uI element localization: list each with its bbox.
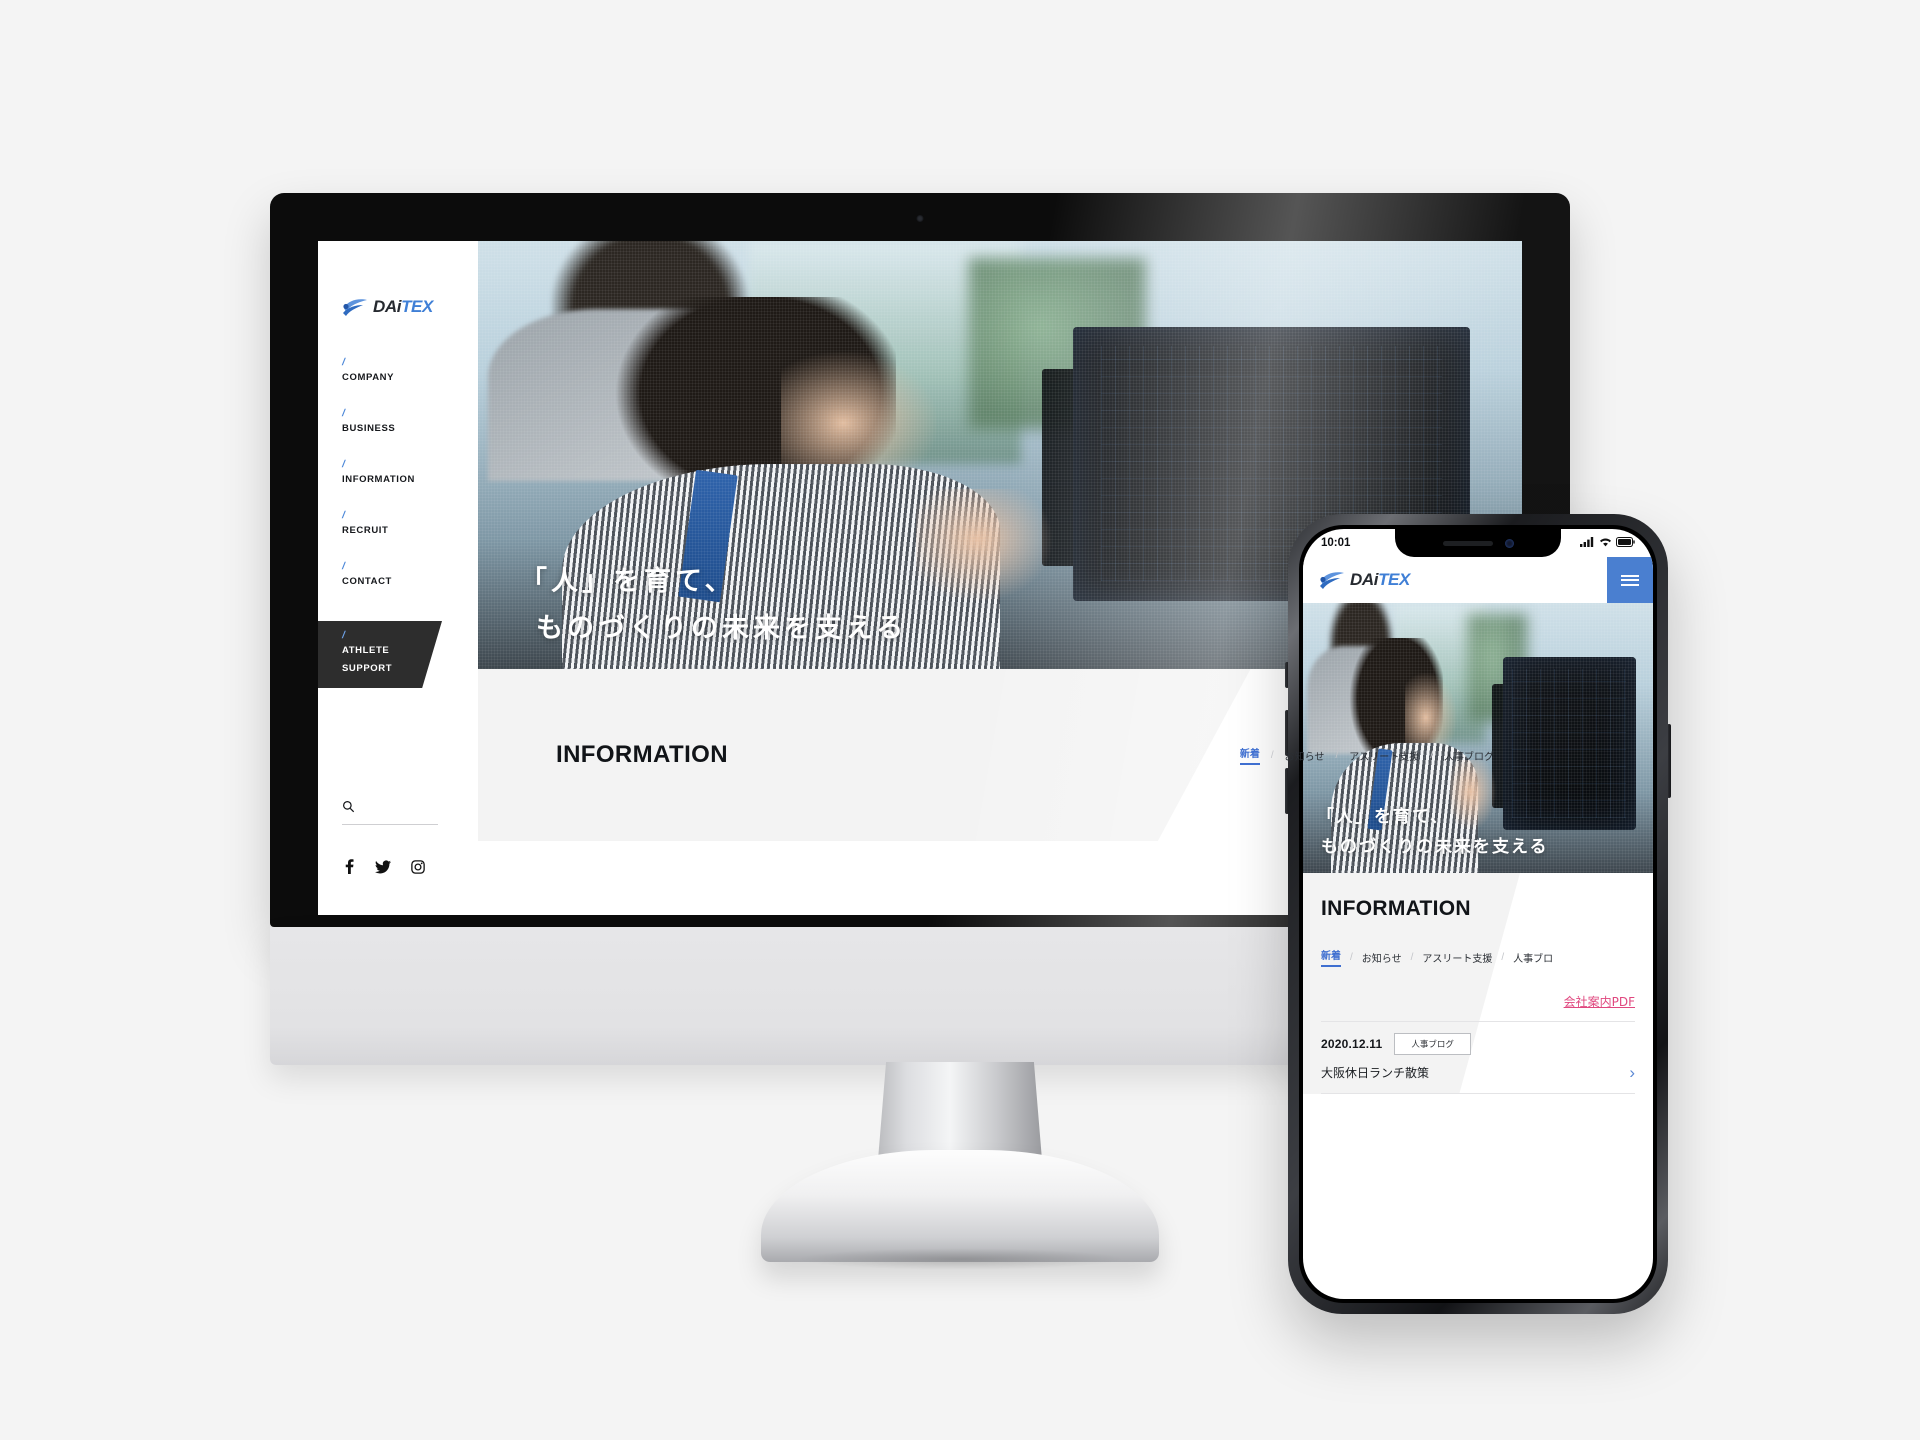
mobile-logo-wordmark: DAiTEX [1350,570,1410,590]
news-date: 2020.12.11 [1321,1037,1383,1051]
nav-slash-marker: / [340,561,347,572]
logo-word-dai: DAi [373,297,402,316]
site-logo[interactable]: DAiTEX [342,297,478,317]
sidebar-item-contact[interactable]: / CONTACT [318,561,478,589]
sidebar-item-label-line1: ATHLETE [342,645,390,656]
sidebar: DAiTEX / COMPANY / BUSINESS / INFORMATIO… [318,241,478,915]
nav-slash-marker: / [340,357,347,368]
nav-slash-marker: / [340,408,347,419]
sidebar-item-label: INFORMATION [342,474,415,485]
tab-notice[interactable]: お知らせ [1362,950,1402,965]
sidebar-item-label: CONTACT [342,576,392,587]
swoosh-wave-icon [1319,570,1345,590]
tab-new[interactable]: 新着 [1321,947,1341,967]
nav-slash-marker: / [340,630,347,641]
logo-word-dai: DAi [1350,570,1379,589]
mobile-information-section: INFORMATION 新着 / お知らせ / アスリート支援 / 人事ブロ 会… [1303,873,1653,1094]
mobile-hero-headline: 「人」を育て、 ものづくりの未来を支える [1317,802,1549,857]
tab-notice[interactable]: お知らせ [1285,748,1325,763]
phone-screen: 10:01 DAiTEX 「人」を育て、 ものづくりの未来を支える INFORM… [1303,529,1653,1299]
list-item[interactable]: 2020.12.11 人事ブログ 大阪休日ランチ散策 › [1321,1021,1635,1094]
wifi-icon [1599,537,1612,550]
mobile-hero-headline-line2: ものづくりの未来を支える [1321,837,1549,857]
nav-slash-marker: / [340,510,347,521]
social-links [344,859,478,874]
status-time: 10:01 [1321,537,1351,549]
sidebar-item-company[interactable]: / COMPANY [318,357,478,385]
search-input[interactable] [342,800,438,825]
phone-frame: 10:01 DAiTEX 「人」を育て、 ものづくりの未来を支える INFORM… [1288,514,1668,1314]
phone-status-bar: 10:01 [1303,529,1653,557]
instagram-icon[interactable] [411,859,425,874]
company-profile-pdf-link[interactable]: 会社案内PDF [1564,995,1635,1009]
tab-athlete-support[interactable]: アスリート支援 [1349,748,1419,763]
sidebar-item-information[interactable]: / INFORMATION [318,459,478,487]
sidebar-item-label-line2: SUPPORT [342,663,393,674]
tab-separator: / [1270,749,1274,761]
tab-athlete-support[interactable]: アスリート支援 [1422,950,1492,965]
chevron-right-icon: › [1629,1063,1635,1082]
tab-separator: / [1410,951,1414,963]
logo-word-tex: TEX [1378,570,1410,589]
tab-new[interactable]: 新着 [1239,745,1260,765]
tab-separator: / [1430,749,1433,761]
phone-mockup: 10:01 DAiTEX 「人」を育て、 ものづくりの未来を支える INFORM… [1285,514,1671,1314]
news-category-badge: 人事ブログ [1394,1033,1471,1055]
logo-word-tex: TEX [401,297,433,316]
nav-slash-marker: / [340,459,347,470]
main-navigation: / COMPANY / BUSINESS / INFORMATION / REC… [318,357,478,688]
tab-hr-blog[interactable]: 人事ブロ [1513,950,1553,965]
search-icon[interactable] [342,800,355,817]
twitter-icon[interactable] [375,859,391,874]
sidebar-item-label: RECRUIT [342,525,389,536]
mobile-information-filter-tabs: 新着 / お知らせ / アスリート支援 / 人事ブロ [1303,921,1653,967]
company-profile-pdf-link-row: 会社案内PDF [1303,967,1653,1011]
phone-inner-bezel: 10:01 DAiTEX 「人」を育て、 ものづくりの未来を支える INFORM… [1299,525,1657,1303]
mobile-page-title: INFORMATION [1321,897,1471,920]
page-title: INFORMATION [556,741,728,768]
mobile-site-logo[interactable]: DAiTEX [1319,570,1410,590]
news-title: 大阪休日ランチ散策 [1321,1066,1430,1080]
swoosh-wave-icon [342,297,368,317]
sidebar-item-business[interactable]: / BUSINESS [318,408,478,436]
sidebar-item-label: COMPANY [342,372,395,383]
monitor-webcam-icon [916,215,924,222]
tab-separator: / [1350,951,1353,963]
logo-wordmark: DAiTEX [373,297,433,317]
sidebar-item-label: BUSINESS [342,423,396,434]
information-filter-tabs: 新着 / お知らせ / アスリート支援 / 人事ブログ [1239,745,1494,765]
news-list: 2020.12.11 人事ブログ 大阪休日ランチ散策 › [1303,1021,1653,1094]
monitor-stand-base [761,1150,1159,1262]
sidebar-item-athlete-support[interactable]: / ATHLETE SUPPORT [318,621,442,688]
mockup-stage: DAiTEX / COMPANY / BUSINESS / INFORMATIO… [0,0,1920,1440]
battery-icon [1616,536,1635,550]
mobile-header: DAiTEX [1303,557,1653,603]
mobile-hero-headline-line1: 「人」を育て、 [1317,807,1450,827]
hero-headline-line2: ものづくりの未来を支える [536,613,908,644]
sidebar-item-recruit[interactable]: / RECRUIT [318,510,478,538]
tab-separator: / [1335,749,1339,761]
hamburger-menu-icon[interactable] [1607,557,1653,603]
tab-separator: / [1501,951,1505,963]
facebook-icon[interactable] [344,859,355,874]
hero-headline-line1: 「人」を育て、 [520,566,736,597]
cellular-signal-icon [1580,536,1595,550]
tab-hr-blog[interactable]: 人事ブログ [1444,748,1494,763]
hero-headline: 「人」を育て、 ものづくりの未来を支える [520,559,907,645]
